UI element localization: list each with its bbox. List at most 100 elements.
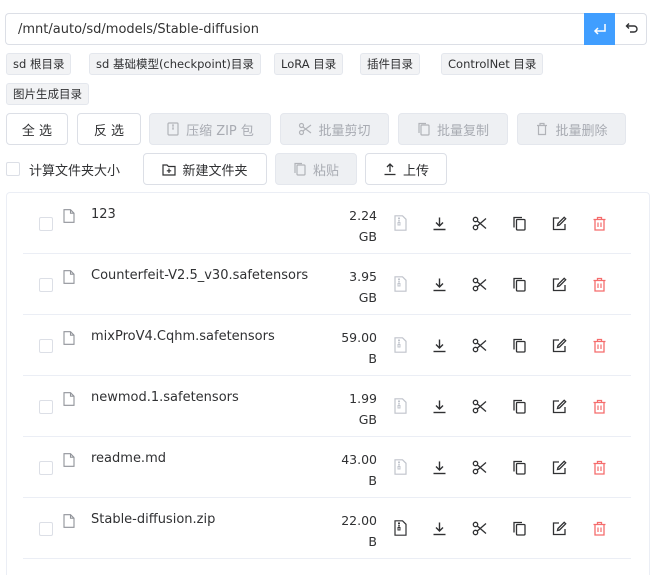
edit-button[interactable]: [550, 336, 568, 354]
extract-button[interactable]: [391, 458, 409, 476]
file-size-unit: B: [368, 473, 377, 488]
file-name[interactable]: Counterfeit-V2.5_v30.safetensors: [91, 268, 308, 283]
zip-file-icon: [393, 276, 407, 292]
batch-cut-button[interactable]: 批量剪切: [280, 113, 389, 145]
download-button[interactable]: [430, 275, 448, 293]
edit-icon: [552, 520, 567, 535]
enter-icon: [593, 24, 606, 35]
file-checkbox[interactable]: [39, 522, 53, 536]
cut-button[interactable]: [470, 275, 488, 293]
delete-button[interactable]: [590, 214, 608, 232]
quick-dir-extensions[interactable]: 插件目录: [360, 53, 420, 75]
file-row: Counterfeit-V2.5_v30.safetensors 3.95 GB: [23, 254, 631, 315]
batch-delete-button[interactable]: 批量删除: [517, 113, 626, 145]
return-icon: [625, 23, 638, 33]
cut-button[interactable]: [470, 397, 488, 415]
invert-selection-button[interactable]: 反 选: [77, 113, 141, 145]
edit-button[interactable]: [550, 275, 568, 293]
cut-button[interactable]: [470, 214, 488, 232]
edit-icon: [552, 398, 567, 413]
file-size-value: 3.95: [349, 269, 377, 284]
cut-button[interactable]: [470, 519, 488, 537]
copy-button[interactable]: [510, 275, 528, 293]
delete-button[interactable]: [590, 519, 608, 537]
file-size-unit: GB: [358, 290, 377, 305]
trash-icon: [537, 122, 548, 136]
file-list: 123 2.24 GB Counterfeit-V2.5_v30.safeten…: [6, 192, 650, 575]
edit-button[interactable]: [550, 519, 568, 537]
batch-copy-button[interactable]: 批量复制: [398, 113, 508, 145]
copy-icon: [512, 521, 526, 536]
copy-icon: [512, 399, 526, 414]
path-go-button[interactable]: [584, 13, 615, 45]
select-all-label: 全 选: [21, 123, 53, 139]
edit-icon: [552, 459, 567, 474]
quick-dir-outputs[interactable]: 图片生成目录: [6, 83, 89, 105]
copy-button[interactable]: [510, 458, 528, 476]
file-icon: [63, 453, 75, 467]
copy-button[interactable]: [510, 519, 528, 537]
quick-dir-checkpoint[interactable]: sd 基础模型(checkpoint)目录: [89, 53, 261, 75]
download-button[interactable]: [430, 397, 448, 415]
file-row: readme.md 43.00 B: [23, 437, 631, 498]
file-name[interactable]: Stable-diffusion.zip: [91, 512, 215, 527]
extract-button[interactable]: [391, 336, 409, 354]
file-size: 1.99 GB: [317, 388, 377, 430]
file-name[interactable]: readme.md: [91, 451, 166, 466]
extract-button[interactable]: [391, 214, 409, 232]
edit-icon: [552, 215, 567, 230]
download-button[interactable]: [430, 214, 448, 232]
file-checkbox[interactable]: [39, 339, 53, 353]
file-name[interactable]: 123: [91, 207, 116, 222]
quick-dir-controlnet[interactable]: ControlNet 目录: [441, 53, 544, 75]
calc-size-checkbox[interactable]: [6, 162, 20, 176]
delete-button[interactable]: [590, 336, 608, 354]
edit-button[interactable]: [550, 397, 568, 415]
download-icon: [433, 522, 445, 535]
copy-icon: [512, 277, 526, 292]
invert-selection-label: 反 选: [93, 123, 125, 139]
select-all-button[interactable]: 全 选: [6, 113, 68, 145]
upload-button[interactable]: 上传: [365, 153, 447, 185]
paste-label: 粘贴: [312, 163, 339, 179]
delete-button[interactable]: [590, 458, 608, 476]
file-size: 43.00 B: [317, 449, 377, 491]
file-size-unit: GB: [358, 412, 377, 427]
file-name[interactable]: newmod.1.safetensors: [91, 390, 239, 405]
calc-size-toggle[interactable]: 计算文件夹大小: [6, 160, 120, 179]
file-checkbox[interactable]: [39, 461, 53, 475]
delete-button[interactable]: [590, 397, 608, 415]
delete-button[interactable]: [590, 275, 608, 293]
path-input[interactable]: [5, 13, 584, 45]
download-button[interactable]: [430, 336, 448, 354]
copy-button[interactable]: [510, 214, 528, 232]
file-size-unit: B: [368, 534, 377, 549]
quick-dir-lora[interactable]: LoRA 目录: [274, 53, 344, 75]
paste-button[interactable]: 粘贴: [275, 153, 357, 185]
quick-dir-sd-root[interactable]: sd 根目录: [6, 53, 72, 75]
zip-button[interactable]: 压缩 ZIP 包: [149, 113, 271, 145]
cut-button[interactable]: [470, 336, 488, 354]
copy-button[interactable]: [510, 336, 528, 354]
zip-file-icon: [393, 459, 407, 475]
extract-button[interactable]: [391, 397, 409, 415]
file-icon: [63, 392, 75, 406]
edit-button[interactable]: [550, 458, 568, 476]
extract-button[interactable]: [391, 275, 409, 293]
extract-button[interactable]: [391, 519, 409, 537]
file-name[interactable]: mixProV4.Cqhm.safetensors: [91, 329, 275, 344]
download-button[interactable]: [430, 458, 448, 476]
new-folder-button[interactable]: 新建文件夹: [143, 153, 267, 185]
download-button[interactable]: [430, 519, 448, 537]
edit-button[interactable]: [550, 214, 568, 232]
path-back-button[interactable]: [615, 13, 647, 45]
cut-button[interactable]: [470, 458, 488, 476]
copy-button[interactable]: [510, 397, 528, 415]
scissors-icon: [299, 122, 312, 136]
file-checkbox[interactable]: [39, 278, 53, 292]
file-checkbox[interactable]: [39, 217, 53, 231]
download-icon: [433, 278, 445, 291]
copy-icon: [512, 216, 526, 231]
file-checkbox[interactable]: [39, 400, 53, 414]
download-icon: [433, 400, 445, 413]
